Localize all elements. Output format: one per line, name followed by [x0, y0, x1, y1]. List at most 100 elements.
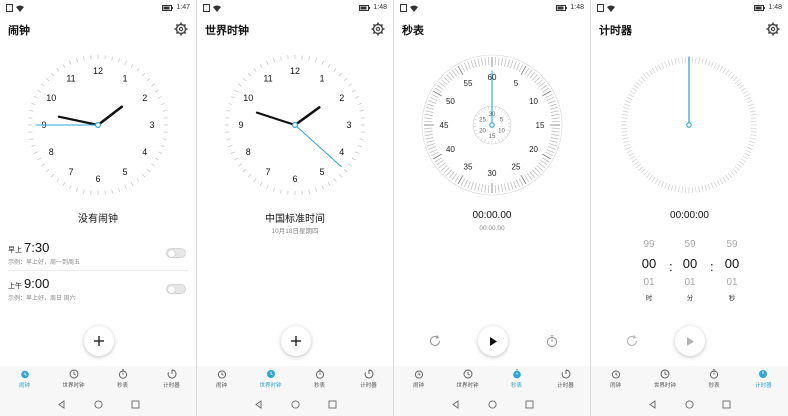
dial-tick [50, 173, 55, 178]
alarm-toggle[interactable] [166, 248, 186, 258]
minutes-wheel[interactable]: 59 00 01 分 [675, 238, 705, 302]
seconds-unit: 秒 [728, 295, 736, 302]
dial-tick [635, 163, 642, 169]
tab-world-clock[interactable]: 世界时钟 [251, 366, 291, 392]
dial-tick [671, 184, 674, 191]
gear-icon[interactable] [174, 22, 188, 36]
sub-dial-tick [487, 106, 489, 110]
tab-timer[interactable]: 计时器 [546, 366, 586, 392]
dial-number: 2 [339, 93, 344, 103]
sub-dial-tick [484, 139, 486, 143]
system-nav-bar [394, 392, 590, 416]
dial-tick [510, 60, 514, 69]
alarm-item[interactable]: 早上 7:30 示例：早上好，周一到周五 [8, 240, 188, 272]
divider [8, 270, 188, 271]
dial-tick [41, 83, 45, 87]
dial-tick [727, 172, 733, 179]
dial-tick [744, 93, 750, 98]
tab-alarm[interactable]: 闹钟 [399, 366, 439, 392]
dial-tick [645, 71, 651, 78]
home-icon[interactable] [487, 399, 497, 409]
alarm-item[interactable]: 上午 9:00 示例：早上好，周日 周六 [8, 276, 188, 308]
dial-tick [628, 93, 634, 98]
dial-tick [230, 151, 235, 154]
dial-tick [545, 151, 553, 157]
dial-tick [626, 97, 633, 101]
tab-stopwatch[interactable]: 秒表 [103, 366, 143, 392]
dial-tick [538, 162, 546, 169]
tab-stopwatch[interactable]: 秒表 [497, 366, 537, 392]
dial-tick [722, 176, 727, 183]
tab-stopwatch[interactable]: 秒表 [300, 366, 340, 392]
add-alarm-button[interactable] [84, 326, 114, 356]
home-icon[interactable] [93, 399, 103, 409]
second-hand [294, 124, 342, 167]
stopwatch-icon [710, 369, 719, 379]
sub-dial-tick [480, 137, 483, 141]
dial-number: 15 [536, 121, 545, 130]
back-icon[interactable] [57, 399, 66, 409]
dial-tick [467, 180, 471, 189]
dial-tick [501, 57, 503, 66]
dial-tick [750, 117, 757, 119]
dial-tick [253, 68, 257, 72]
gear-icon[interactable] [371, 22, 385, 36]
gear-icon[interactable] [766, 22, 780, 36]
dial-tick [633, 161, 640, 166]
home-icon[interactable] [290, 399, 300, 409]
dial-number: 12 [290, 66, 300, 76]
hours-wheel[interactable]: 99 00 01 时 [634, 238, 664, 302]
tab-timer[interactable]: 计时器 [152, 366, 192, 392]
stopwatch-icon [512, 369, 521, 379]
home-icon[interactable] [685, 399, 694, 409]
dial-number: 9 [238, 120, 243, 130]
tab-alarm[interactable]: 闹钟 [596, 366, 636, 392]
dial-tick [146, 77, 151, 82]
recents-icon[interactable] [131, 400, 140, 409]
dial-tick [424, 130, 433, 133]
tab-world-clock[interactable]: 世界时钟 [448, 366, 488, 392]
dial-tick [745, 149, 752, 153]
start-button[interactable] [675, 326, 705, 356]
dial-tick [31, 145, 36, 148]
refresh-icon[interactable] [427, 333, 443, 349]
alarm-toggle[interactable] [166, 284, 186, 294]
status-time: 1:48 [768, 4, 782, 11]
back-icon[interactable] [451, 399, 460, 409]
tab-bar: 闹钟 世界时钟 秒表 计时器 [197, 366, 393, 392]
tab-stopwatch[interactable]: 秒表 [694, 366, 734, 392]
stopwatch-icon[interactable] [544, 333, 560, 349]
seconds-wheel[interactable]: 59 00 01 秒 [717, 238, 747, 302]
dial-tick [551, 117, 560, 120]
tab-label: 秒表 [313, 383, 325, 389]
back-icon[interactable] [254, 399, 263, 409]
recents-icon[interactable] [525, 400, 534, 409]
sub-dial-number: 15 [489, 134, 496, 140]
back-icon[interactable] [648, 399, 657, 409]
dial-tick [37, 157, 42, 161]
recents-icon[interactable] [328, 400, 337, 409]
dial-tick [477, 183, 480, 192]
dial-tick [654, 65, 659, 72]
dial-tick [730, 170, 735, 176]
tab-timer[interactable]: 计时器 [349, 366, 389, 392]
tab-world-clock[interactable]: 世界时钟 [645, 366, 685, 392]
dial-tick [747, 103, 754, 107]
add-city-button[interactable] [281, 326, 311, 356]
tab-alarm[interactable]: 闹钟 [202, 366, 242, 392]
dial-tick [732, 168, 738, 174]
recents-icon[interactable] [722, 400, 731, 409]
timer-icon [561, 369, 570, 379]
tab-world-clock[interactable]: 世界时钟 [54, 366, 94, 392]
tab-timer[interactable]: 计时器 [743, 366, 783, 392]
dial-tick [746, 146, 753, 150]
tab-label: 世界时钟 [259, 383, 282, 389]
refresh-icon[interactable] [624, 333, 640, 349]
dial-tick [657, 180, 662, 186]
tab-label: 秒表 [116, 383, 128, 389]
dial-tick [547, 100, 556, 104]
start-button[interactable] [478, 326, 508, 356]
dial-number: 6 [95, 174, 100, 184]
stopwatch-time: 00:00.00 [472, 210, 512, 221]
tab-alarm[interactable]: 闹钟 [5, 366, 45, 392]
